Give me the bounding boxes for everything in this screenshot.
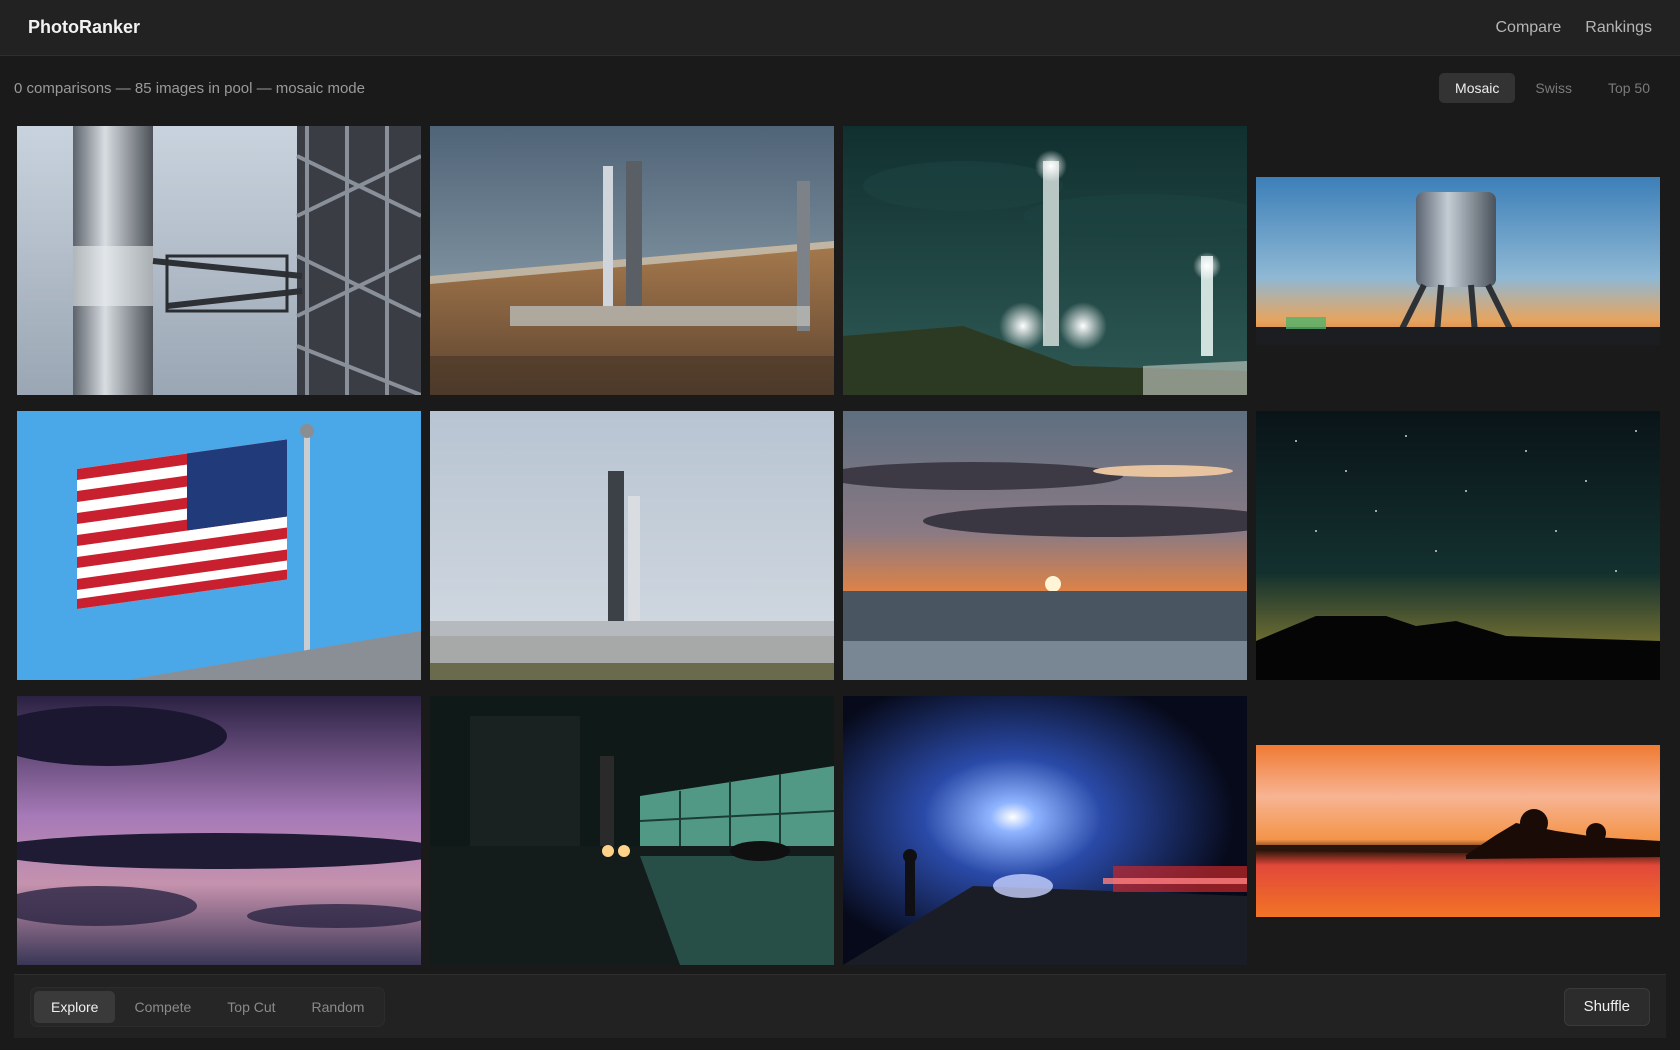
photo-launch-tower-daylight[interactable]	[430, 411, 834, 680]
photo-american-flag[interactable]	[17, 411, 421, 680]
mode-top50-button[interactable]: Top 50	[1592, 73, 1666, 103]
photo-water-tower-sunset[interactable]	[1256, 176, 1660, 345]
photo-mosaic-grid	[17, 126, 1660, 965]
photo-rocket-tower-closeup[interactable]	[17, 126, 421, 395]
grid-cell	[430, 696, 834, 965]
app-title: PhotoRanker	[28, 17, 141, 37]
photo-orange-lake-sunset[interactable]	[1256, 744, 1660, 917]
grid-cell	[843, 411, 1247, 680]
tab-random[interactable]: Random	[295, 991, 382, 1023]
shuffle-button[interactable]: Shuffle	[1563, 987, 1650, 1026]
status-text: 0 comparisons — 85 images in pool — mosa…	[14, 79, 365, 97]
grid-cell	[1256, 126, 1660, 395]
photo-night-tower-lights[interactable]	[843, 126, 1247, 395]
nav-rankings-link[interactable]: Rankings	[1585, 19, 1652, 37]
grid-cell	[430, 126, 834, 395]
photo-purple-storm-sky[interactable]	[17, 696, 421, 965]
photo-night-road-lights[interactable]	[843, 696, 1247, 965]
grid-cell	[17, 126, 421, 395]
top-bar: PhotoRanker Compare Rankings	[0, 0, 1680, 56]
nav-compare-link[interactable]: Compare	[1495, 19, 1561, 37]
grid-cell	[17, 411, 421, 680]
tab-explore[interactable]: Explore	[34, 990, 116, 1023]
mode-switcher: Mosaic Swiss Top 50	[1439, 73, 1666, 103]
grid-cell	[1256, 411, 1660, 680]
photo-launch-site-coast[interactable]	[430, 126, 834, 395]
grid-cell	[430, 411, 834, 680]
mode-swiss-button[interactable]: Swiss	[1519, 73, 1588, 103]
photo-starry-night[interactable]	[1256, 411, 1660, 680]
mode-mosaic-button[interactable]: Mosaic	[1439, 73, 1516, 103]
photo-rainy-night-building[interactable]	[430, 696, 834, 965]
photo-ocean-sunset[interactable]	[843, 411, 1247, 680]
grid-cell	[843, 126, 1247, 395]
grid-cell	[843, 696, 1247, 965]
grid-cell	[17, 696, 421, 965]
bottom-bar: Explore Compete Top Cut Random Shuffle	[14, 974, 1666, 1038]
status-row: 0 comparisons — 85 images in pool — mosa…	[0, 56, 1680, 120]
grid-cell	[1256, 696, 1660, 965]
view-tabs: Explore Compete Top Cut Random	[30, 986, 386, 1027]
tab-compete[interactable]: Compete	[117, 991, 208, 1023]
tab-top-cut[interactable]: Top Cut	[210, 991, 292, 1023]
top-nav: Compare Rankings	[1495, 19, 1652, 37]
